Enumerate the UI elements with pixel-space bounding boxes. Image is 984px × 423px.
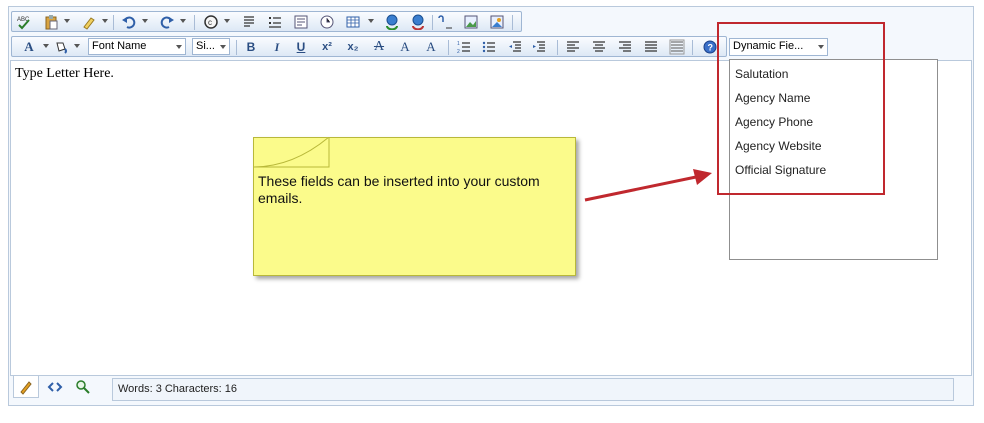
superscript-icon[interactable]: x² <box>318 39 336 55</box>
clear-style-icon[interactable]: A <box>422 39 440 55</box>
remove-link-icon[interactable] <box>409 14 427 30</box>
align-left-icon[interactable] <box>564 39 582 55</box>
format-painter-icon[interactable] <box>80 14 98 30</box>
bold-icon[interactable]: B <box>242 39 260 55</box>
redo-icon[interactable] <box>158 14 176 30</box>
toolbar-top: ABC c <box>11 11 522 32</box>
annotation-highlight-box <box>717 22 885 195</box>
annotation-arrow-icon <box>584 169 712 202</box>
strikethrough-icon[interactable]: A <box>370 39 388 55</box>
svg-text:1: 1 <box>457 41 460 47</box>
subscript-icon[interactable]: x₂ <box>344 39 362 55</box>
html-mode-icon <box>47 382 63 392</box>
insert-table-icon[interactable] <box>344 14 362 30</box>
font-size-select[interactable]: Si... <box>192 38 230 55</box>
image-manager-icon[interactable] <box>462 14 480 30</box>
remove-alignment-icon[interactable] <box>668 39 686 55</box>
font-name-select[interactable]: Font Name <box>88 38 186 55</box>
font-size-value: Si... <box>196 40 215 52</box>
align-right-icon[interactable] <box>616 39 634 55</box>
align-center-icon[interactable] <box>590 39 608 55</box>
copyright-symbol-icon[interactable]: c <box>202 14 220 30</box>
callout-note: These fields can be inserted into your c… <box>253 137 576 276</box>
indent-icon[interactable] <box>530 39 548 55</box>
svg-text:2: 2 <box>457 49 460 55</box>
toolbar-bottom: A Font Name Si... B I U x² x₂ A A A 12 ? <box>11 36 727 57</box>
underline-icon[interactable]: U <box>292 39 310 55</box>
callout-text: These fields can be inserted into your c… <box>258 173 540 206</box>
insert-template-icon[interactable] <box>292 14 310 30</box>
html-mode-tab[interactable] <box>42 376 68 398</box>
status-bar: Words: 3 Characters: 16 <box>112 378 954 401</box>
font-name-value: Font Name <box>92 40 147 52</box>
preview-mode-tab[interactable] <box>70 376 96 398</box>
back-color-icon[interactable] <box>52 39 70 55</box>
bullet-list-icon[interactable] <box>480 39 498 55</box>
clear-format-icon[interactable]: A <box>396 39 414 55</box>
insert-special-icon[interactable] <box>436 14 454 30</box>
spellcheck-icon[interactable]: ABC <box>15 14 33 30</box>
svg-text:?: ? <box>708 43 714 53</box>
design-mode-icon <box>20 380 32 395</box>
preview-mode-icon <box>76 380 90 394</box>
svg-text:c: c <box>208 18 212 27</box>
paste-icon[interactable] <box>42 14 60 30</box>
word-count-text: Words: 3 Characters: 16 <box>118 383 238 395</box>
outdent-icon[interactable] <box>506 39 524 55</box>
image-map-icon[interactable] <box>488 14 506 30</box>
editor-text: Type Letter Here. <box>15 66 114 81</box>
note-folded-corner-icon <box>253 137 330 168</box>
insert-date-icon[interactable] <box>318 14 336 30</box>
insert-paragraph-icon[interactable] <box>240 14 258 30</box>
italic-icon[interactable]: I <box>268 39 286 55</box>
hyperlink-icon[interactable] <box>383 14 401 30</box>
undo-icon[interactable] <box>120 14 138 30</box>
font-color-icon[interactable]: A <box>20 39 38 55</box>
justify-icon[interactable] <box>642 39 660 55</box>
insert-list-icon[interactable] <box>266 14 284 30</box>
design-mode-tab[interactable] <box>13 376 39 398</box>
numbered-list-icon[interactable]: 12 <box>455 39 473 55</box>
